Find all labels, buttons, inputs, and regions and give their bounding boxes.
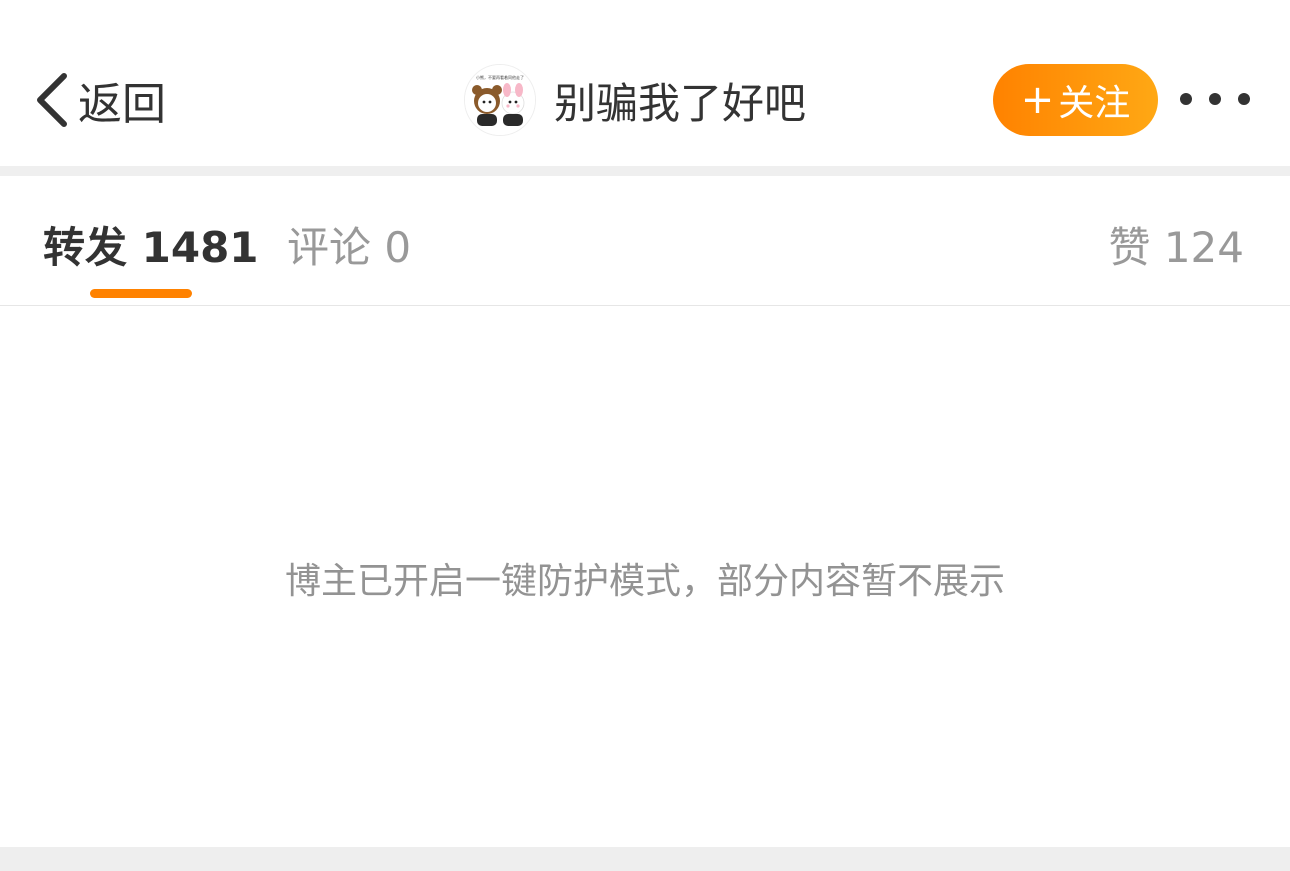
title-group: 小熊，不要再看着同他走了 别骗我了好吧	[464, 64, 806, 136]
back-label: 返回	[78, 79, 166, 130]
tab-repost[interactable]: 转发 1481	[43, 214, 259, 275]
bottom-divider	[0, 847, 1290, 871]
protection-notice: 博主已开启一键防护模式，部分内容暂不展示	[284, 561, 1005, 602]
plus-icon: +	[1020, 77, 1055, 123]
top-navigation-bar: 返回 小熊，不要再看着同他走了 别骗我了好吧 + 关注	[0, 0, 1290, 166]
back-chevron-icon	[37, 73, 67, 127]
tab-comment[interactable]: 评论 0	[287, 214, 411, 275]
interaction-tabs: 转发 1481 评论 0 赞 124	[0, 176, 1290, 306]
more-dots-icon	[1180, 93, 1192, 105]
follow-button[interactable]: + 关注	[993, 64, 1158, 136]
header-divider	[0, 166, 1290, 176]
active-tab-indicator	[90, 289, 192, 298]
svg-text:小熊，不要再看着同他走了: 小熊，不要再看着同他走了	[476, 74, 524, 80]
avatar-image: 小熊，不要再看着同他走了	[465, 65, 535, 135]
back-button[interactable]: 返回	[32, 64, 166, 136]
avatar[interactable]: 小熊，不要再看着同他走了	[464, 64, 536, 136]
page-title: 别骗我了好吧	[554, 78, 807, 128]
more-dots-icon	[1209, 93, 1221, 105]
tabs-divider	[0, 305, 1290, 306]
more-dots-icon	[1238, 93, 1250, 105]
follow-label: 关注	[1058, 83, 1131, 124]
tab-like[interactable]: 赞 124	[1108, 214, 1244, 275]
more-options-button[interactable]	[1180, 84, 1250, 114]
